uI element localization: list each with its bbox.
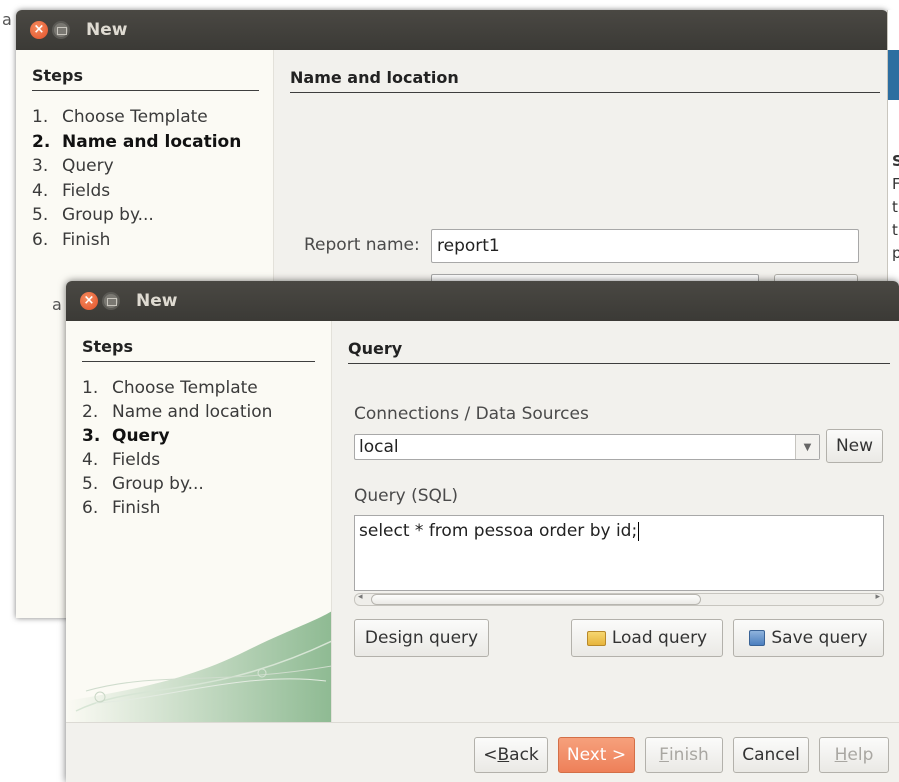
step-item: 1. Choose Template — [32, 107, 208, 127]
back-window-titlebar[interactable]: × New — [16, 10, 888, 50]
step-item: 1. Choose Template — [82, 378, 258, 398]
query-panel: Query — [348, 339, 890, 364]
front-steps-panel: Steps 1. Choose Template 2. Name and locat… — [66, 321, 332, 722]
decorative-swirl-image — [66, 611, 331, 722]
step-item: 3. Query — [32, 156, 114, 176]
step-item-current: 2. Name and location — [32, 131, 242, 152]
front-window-titlebar[interactable]: × New — [66, 281, 899, 321]
connections-label: Connections / Data Sources — [354, 404, 589, 424]
steps-list: 1. Choose Template 2. Name and location 3.… — [32, 105, 259, 252]
close-icon[interactable]: × — [80, 292, 98, 310]
desktop-edge-text: a — [2, 10, 12, 29]
query-textarea[interactable]: select * from pessoa order by id; — [354, 515, 884, 591]
scroll-right-icon[interactable]: ▸ — [875, 592, 880, 602]
report-name-input[interactable]: report1 — [431, 229, 859, 263]
partial-label: a — [52, 295, 62, 314]
front-window-title: New — [136, 291, 178, 311]
steps-heading: Steps — [32, 66, 259, 91]
report-name-label: Report name: — [304, 235, 420, 255]
scroll-left-icon[interactable]: ◂ — [358, 592, 363, 602]
horizontal-scrollbar[interactable]: ◂ ▸ — [354, 592, 884, 606]
connection-select[interactable]: local ▼ — [354, 434, 820, 460]
panel-title: Query — [348, 339, 890, 364]
next-button[interactable]: Next > — [558, 737, 635, 773]
steps-heading: Steps — [82, 337, 315, 362]
back-button[interactable]: < Back — [474, 737, 548, 773]
save-disk-icon — [749, 630, 766, 646]
help-button[interactable]: Help — [819, 737, 889, 773]
minimize-icon[interactable] — [52, 21, 70, 39]
finish-button[interactable]: Finish — [645, 737, 723, 773]
step-item-current: 3. Query — [82, 426, 170, 446]
steps-list: 1. Choose Template 2. Name and location 3.… — [82, 376, 315, 520]
background-window-edge: S F t t p — [887, 10, 899, 282]
step-item: 6. Finish — [32, 229, 111, 250]
minimize-icon[interactable] — [102, 292, 120, 310]
chevron-down-icon[interactable]: ▼ — [795, 435, 819, 459]
new-connection-button[interactable]: New — [826, 429, 883, 463]
folder-open-icon — [586, 630, 606, 646]
close-icon[interactable]: × — [30, 21, 48, 39]
dialog-footer: < Back Next > Finish Cancel Help — [66, 722, 899, 782]
step-item: 5. Group by... — [82, 474, 204, 494]
step-item: 4. Fields — [32, 180, 111, 201]
text-cursor — [638, 521, 640, 541]
scrollbar-thumb[interactable] — [371, 594, 701, 605]
query-label: Query (SQL) — [354, 486, 458, 506]
back-window-title: New — [86, 20, 128, 40]
step-item: 4. Fields — [82, 450, 161, 470]
cancel-button[interactable]: Cancel — [733, 737, 809, 773]
front-dialog-window: × New Steps 1. Choose Template 2. Name and… — [66, 281, 899, 782]
design-query-button[interactable]: Design query — [354, 619, 489, 657]
load-query-button[interactable]: Load query — [571, 619, 723, 657]
step-item: 2. Name and location — [82, 402, 273, 422]
step-item: 6. Finish — [82, 498, 161, 518]
save-query-button[interactable]: Save query — [733, 619, 884, 657]
panel-title: Name and location — [290, 68, 880, 93]
step-item: 5. Group by... — [32, 205, 154, 225]
back-main-panel: Name and location — [290, 68, 880, 93]
